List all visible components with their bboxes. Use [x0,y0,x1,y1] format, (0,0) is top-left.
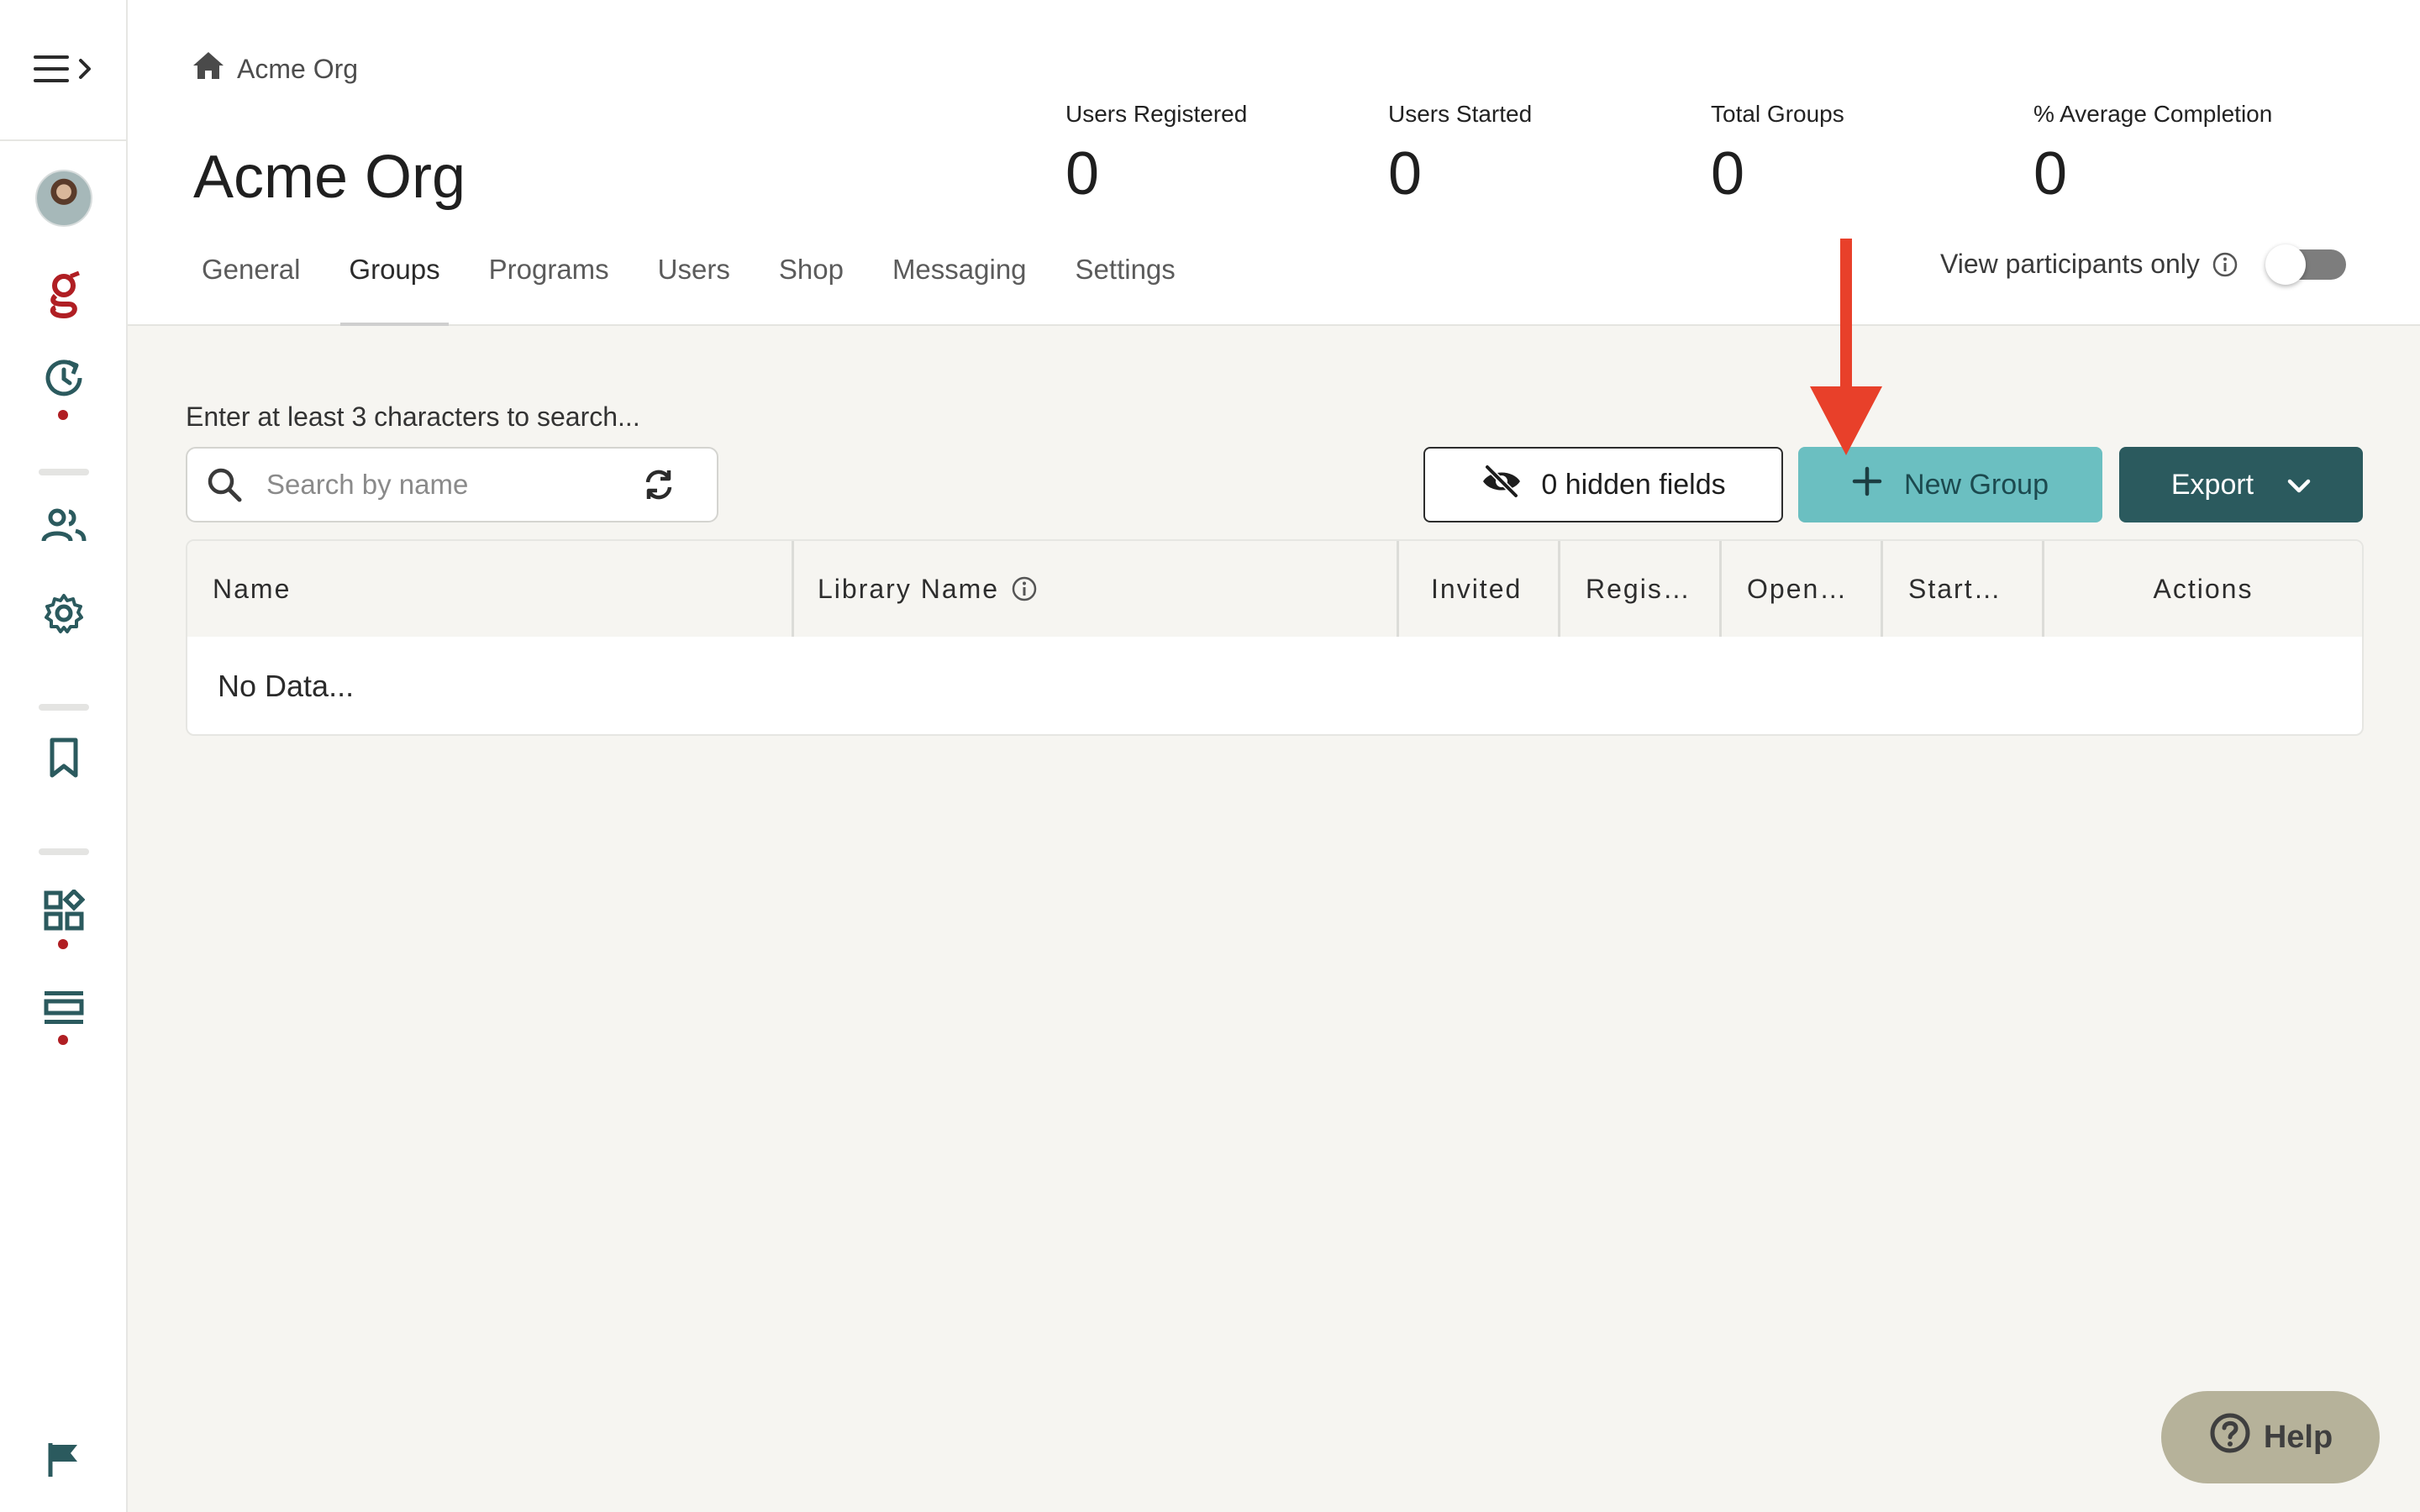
groups-table: Name Library Name Invited Regis… Open… S… [186,539,2364,736]
column-header-actions: Actions [2044,541,2362,637]
column-label: Invited [1431,573,1523,604]
layout-icon [43,990,85,1031]
breadcrumb: Acme Org [192,50,358,87]
column-header-started[interactable]: Start… [1883,541,2044,637]
hidden-fields-button[interactable]: 0 hidden fields [1423,447,1783,522]
search-hint: Enter at least 3 characters to search... [186,402,640,432]
tab-messaging[interactable]: Messaging [892,245,1027,326]
home-icon[interactable] [192,50,225,87]
tab-programs[interactable]: Programs [489,245,609,326]
stat-label: Users Registered [1065,101,1248,127]
tab-users[interactable]: Users [658,245,730,326]
view-participants-toggle-group: View participants only [1940,244,2346,285]
sidebar-item-home-brand[interactable] [30,262,97,329]
hidden-fields-label: 0 hidden fields [1541,468,1726,501]
notification-dot [58,939,68,949]
column-header-opened[interactable]: Open… [1722,541,1883,637]
column-label: Name [213,573,292,604]
sidebar-item-people[interactable] [30,494,97,561]
stat-value: 0 [2033,140,2068,207]
menu-toggle-button[interactable] [32,52,99,89]
column-label: Start… [1908,573,2002,604]
new-group-label: New Group [1904,468,2049,501]
stat-users-started: Users Started 0 [1388,101,1532,208]
breadcrumb-label[interactable]: Acme Org [237,54,358,85]
column-label: Library Name [818,573,1000,604]
avatar [35,170,92,227]
tab-shop[interactable]: Shop [779,245,844,326]
stat-label: Total Groups [1711,101,1844,127]
people-icon [40,507,87,549]
history-icon [43,357,85,403]
stat-users-registered: Users Registered 0 [1065,101,1247,208]
column-header-library-name[interactable]: Library Name [794,541,1399,637]
help-icon [2208,1411,2252,1463]
sidebar-divider [0,139,126,141]
toggle-label: View participants only [1940,249,2200,279]
org-header: Acme Org Acme Org Users Registered 0 Use… [128,0,2420,326]
info-icon[interactable] [1011,575,1038,602]
stat-total-groups: Total Groups 0 [1711,101,1844,208]
stat-value: 0 [1065,140,1100,207]
sidebar-item-layout[interactable] [30,976,97,1043]
export-button[interactable]: Export [2119,447,2363,522]
tab-settings[interactable]: Settings [1076,245,1176,326]
column-label: Actions [2153,573,2254,604]
sidebar-item-bookmarks[interactable] [30,726,97,793]
help-button[interactable]: Help [2161,1391,2380,1483]
notification-dot [58,1035,68,1045]
stat-label: % Average Completion [2033,101,2273,127]
column-header-registered[interactable]: Regis… [1560,541,1722,637]
info-icon[interactable] [2212,251,2238,278]
refresh-icon[interactable] [641,467,676,502]
chevron-down-icon [2287,469,2311,501]
export-label: Export [2170,468,2254,501]
view-participants-switch[interactable] [2265,244,2346,285]
tab-groups[interactable]: Groups [340,245,449,326]
column-header-name[interactable]: Name [187,541,794,637]
menu-icon [32,50,99,92]
sidebar-item-flag[interactable] [30,1428,97,1495]
sidebar-item-profile[interactable] [30,165,97,232]
page-title: Acme Org [193,144,466,211]
sidebar-item-settings[interactable] [30,581,97,648]
sidebar-separator [39,704,89,711]
switch-knob [2265,244,2306,285]
bookmark-icon [47,737,81,783]
sidebar-separator [39,469,89,475]
search-box [186,447,718,522]
stat-label: Users Started [1388,101,1533,127]
sidebar-separator [39,848,89,855]
tab-general[interactable]: General [202,245,300,326]
eye-off-icon [1481,465,1523,506]
plus-icon [1852,466,1882,504]
column-label: Regis… [1586,573,1691,604]
column-header-invited[interactable]: Invited [1399,541,1560,637]
sidebar-item-history[interactable] [30,346,97,413]
annotation-arrow [1808,239,1884,461]
notification-dot [58,410,68,420]
sidebar-item-widgets[interactable] [30,879,97,946]
gear-icon [43,592,85,638]
help-label: Help [2263,1419,2333,1455]
stat-value: 0 [1711,140,1745,207]
stat-value: 0 [1388,140,1423,207]
search-icon [206,466,243,503]
sidebar [0,0,128,1512]
empty-table-message: No Data... [218,669,355,703]
g-logo-icon [47,269,81,323]
table-header: Name Library Name Invited Regis… Open… S… [187,541,2362,637]
stat-average-completion: % Average Completion 0 [2033,101,2272,208]
tab-bar: General Groups Programs Users Shop Messa… [202,245,1224,326]
search-input[interactable] [266,469,636,501]
flag-icon [47,1441,81,1483]
widgets-icon [43,887,86,936]
column-label: Open… [1747,573,1849,604]
